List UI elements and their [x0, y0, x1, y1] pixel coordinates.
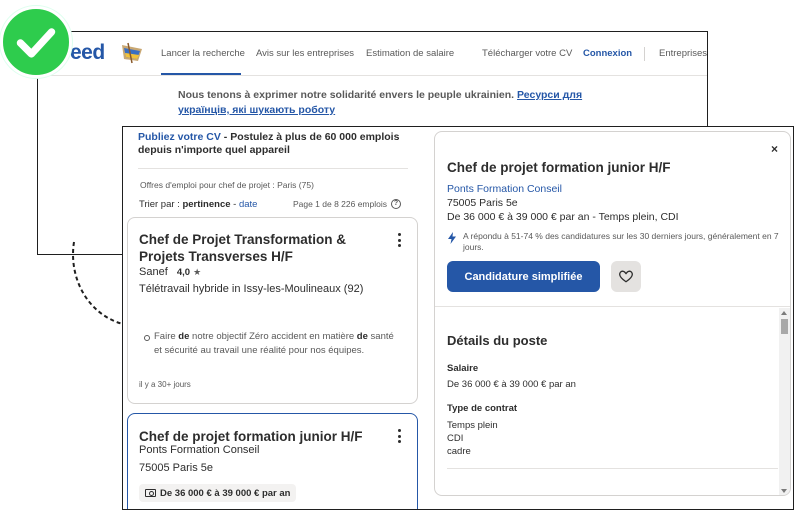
- detail-company-link[interactable]: Ponts Formation Conseil: [447, 183, 562, 195]
- page-info: Page 1 de 8 226 emplois ?: [293, 199, 401, 209]
- sort-date-link[interactable]: date: [239, 199, 258, 210]
- job-card[interactable]: Chef de Projet Transformation & Projets …: [127, 217, 418, 404]
- nav-estimation-salaire[interactable]: Estimation de salaire: [366, 48, 454, 59]
- scroll-up-icon[interactable]: [781, 311, 787, 315]
- salary-value: De 36 000 € à 39 000 € par an: [447, 379, 576, 390]
- posted-age: il y a 30+ jours: [139, 380, 191, 389]
- divider: [447, 468, 778, 469]
- sort-label: Trier par :: [139, 199, 183, 210]
- job-detail-header: × Chef de projet formation junior H/F Po…: [435, 132, 790, 307]
- help-icon[interactable]: ?: [391, 199, 401, 209]
- salary-text: De 36 000 € à 39 000 € par an: [160, 487, 291, 499]
- salary-tag: De 36 000 € à 39 000 € par an: [139, 484, 297, 502]
- flag-logo-icon: [122, 42, 142, 64]
- heart-icon: [619, 270, 633, 283]
- solidarity-banner: Nous tenons à exprimer notre solidarité …: [178, 88, 598, 118]
- company-info: Sanef 4,0 ★: [139, 266, 201, 278]
- active-nav-indicator: [161, 73, 241, 75]
- check-icon: [16, 28, 56, 58]
- money-icon: [145, 489, 156, 497]
- response-rate-note: A répondu à 51-74 % des candidatures sur…: [447, 231, 782, 253]
- scroll-down-icon[interactable]: [781, 489, 787, 493]
- job-detail-panel: × Chef de projet formation junior H/F Po…: [434, 131, 791, 496]
- detail-location: 75005 Paris 5e: [447, 197, 518, 209]
- job-location: Télétravail hybride in Issy-les-Moulinea…: [139, 283, 364, 295]
- job-card-selected[interactable]: Chef de projet formation junior H/F Pont…: [127, 413, 418, 509]
- company-name: Ponts Formation Conseil: [139, 444, 260, 456]
- top-navigation-bar: eed Lancer la recherche Avis sur les ent…: [38, 32, 707, 76]
- job-details-section: Détails du poste Salaire De 36 000 € à 3…: [435, 308, 778, 495]
- bolt-icon: [448, 232, 456, 244]
- response-rate-text: A répondu à 51-74 % des candidatures sur…: [463, 231, 779, 252]
- nav-telecharger-cv[interactable]: Télécharger votre CV: [482, 48, 572, 59]
- upload-cv-promo: Publiez votre CV - Postulez à plus de 60…: [138, 131, 408, 157]
- nav-lancer-recherche[interactable]: Lancer la recherche: [161, 48, 245, 59]
- detail-job-title: Chef de projet formation junior H/F: [447, 160, 671, 175]
- save-job-button[interactable]: [611, 261, 641, 292]
- promo-link[interactable]: Publiez votre CV: [138, 131, 221, 143]
- contract-type-value: CDI: [447, 433, 464, 444]
- nav-avis-entreprises[interactable]: Avis sur les entreprises: [256, 48, 354, 59]
- apply-button[interactable]: Candidature simplifiée: [447, 261, 600, 292]
- site-logo[interactable]: eed: [70, 41, 105, 65]
- contract-type-value: cadre: [447, 446, 471, 457]
- job-snippet: Faire de notre objectif Zéro accident en…: [144, 330, 399, 358]
- star-icon: ★: [193, 267, 202, 277]
- close-icon[interactable]: ×: [771, 142, 778, 156]
- kebab-icon[interactable]: [397, 429, 401, 443]
- success-badge: [0, 6, 72, 78]
- page-count: Page 1 de 8 226 emplois: [292, 199, 387, 209]
- results-column: Publiez votre CV - Postulez à plus de 60…: [123, 127, 425, 509]
- company-name: Sanef: [139, 266, 168, 278]
- foreground-browser-window: Publiez votre CV - Postulez à plus de 60…: [122, 126, 794, 510]
- contract-type-value: Temps plein: [447, 420, 498, 431]
- job-title[interactable]: Chef de projet formation junior H/F: [139, 428, 379, 445]
- nav-entreprises[interactable]: Entreprises: [659, 48, 707, 59]
- detail-scrollbar[interactable]: [779, 308, 790, 495]
- job-location: 75005 Paris 5e: [139, 462, 213, 474]
- kebab-icon[interactable]: [397, 233, 401, 247]
- banner-text: Nous tenons à exprimer notre solidarité …: [178, 89, 515, 101]
- search-context: Offres d'emploi pour chef de projet : Pa…: [140, 180, 314, 190]
- sort-row: Trier par : pertinence - date Page 1 de …: [139, 199, 401, 210]
- sort-separator: -: [230, 199, 239, 210]
- details-heading: Détails du poste: [447, 333, 548, 348]
- nav-connexion[interactable]: Connexion: [583, 48, 632, 59]
- company-rating: 4,0: [176, 267, 191, 278]
- salary-label: Salaire: [447, 363, 479, 374]
- contract-type-label: Type de contrat: [447, 403, 518, 414]
- detail-salary-line: De 36 000 € à 39 000 € par an - Temps pl…: [447, 211, 679, 223]
- nav-divider: [644, 47, 645, 61]
- job-title[interactable]: Chef de Projet Transformation & Projets …: [139, 231, 379, 265]
- divider: [138, 168, 408, 169]
- sort-relevance[interactable]: pertinence: [182, 199, 230, 210]
- scroll-thumb[interactable]: [781, 319, 788, 334]
